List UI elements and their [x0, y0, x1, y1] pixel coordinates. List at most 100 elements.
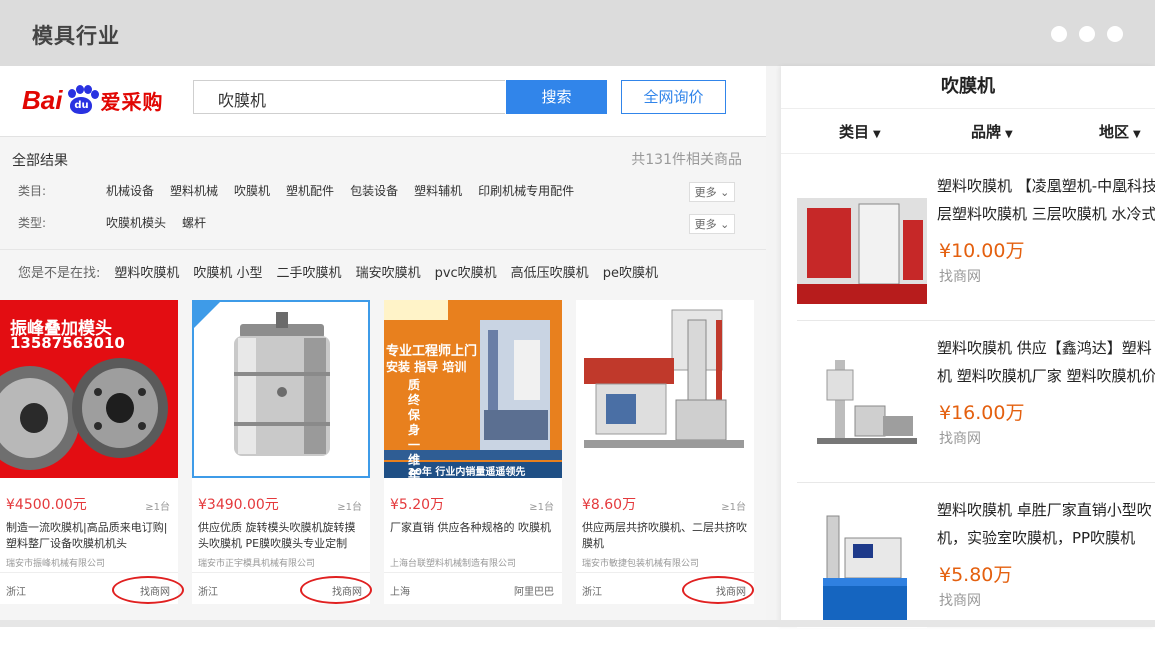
- mobile-results-panel: 吹膜机 类目 ▼ 品牌 ▼ 地区 ▼ 塑料吹膜机 【凌凰塑机-中凰科技】 层塑料吹膜机 …: [781, 66, 1155, 628]
- product-thumbnail[interactable]: [797, 508, 927, 628]
- product-title[interactable]: 厂家直销 供应各种规格的 吹膜机: [390, 520, 558, 536]
- search-input[interactable]: 吹膜机: [193, 80, 505, 114]
- filter-row-category: 类目: 机械设备 塑料机械 吹膜机 塑机配件 包装设备 塑料辅机 印刷机械专用配…: [0, 176, 766, 204]
- filter-tabs: 类目 ▼ 品牌 ▼ 地区 ▼: [781, 108, 1155, 154]
- company-name[interactable]: 瑞安市正宇模具机械有限公司: [198, 556, 368, 569]
- product-title[interactable]: 供应优质 旋转模头吹膜机旋转摸头吹膜机 PE膜吹膜头专业定制: [198, 520, 366, 552]
- app-window: 模具行业 Bai du 爱采购 吹膜机 搜索 全网询价 全部结果 共131件相关…: [0, 0, 1155, 628]
- product-source[interactable]: 找商网: [939, 428, 981, 448]
- source-highlight-ring: [300, 576, 372, 604]
- paw-icon: du: [64, 85, 100, 115]
- product-source[interactable]: 阿里巴巴: [514, 583, 554, 598]
- product-card[interactable]: ¥8.60万 ≥1台 供应两层共挤吹膜机、二层共挤吹膜机 瑞安市敏捷包装机械有限…: [576, 300, 754, 604]
- filter-panel: 类目: 机械设备 塑料机械 吹膜机 塑机配件 包装设备 塑料辅机 印刷机械专用配…: [0, 176, 766, 246]
- min-order: ≥1台: [721, 502, 746, 513]
- product-title[interactable]: 塑料吹膜机 卓胜厂家直销小型吹 机，实验室吹膜机，PP吹膜机: [937, 496, 1155, 552]
- divider: [0, 249, 766, 250]
- list-item[interactable]: 塑料吹膜机 【凌凰塑机-中凰科技】 层塑料吹膜机 三层吹膜机 水冷式 ¥10.00…: [781, 168, 1155, 328]
- window-dot-icon[interactable]: [1051, 26, 1067, 42]
- chevron-down-icon: ⌄: [716, 186, 730, 199]
- window-controls: [1051, 26, 1123, 42]
- tab-brand[interactable]: 品牌 ▼: [971, 121, 1013, 142]
- all-web-inquiry-button[interactable]: 全网询价: [621, 80, 726, 114]
- filter-option[interactable]: 塑料机械: [170, 182, 218, 199]
- window-dot-icon[interactable]: [1107, 26, 1123, 42]
- filter-row-type: 类型: 吹膜机模头 螺杆 更多 ⌄: [0, 208, 766, 236]
- company-name[interactable]: 瑞安市振峰机械有限公司: [6, 556, 176, 569]
- suggestion-link[interactable]: 二手吹膜机: [277, 262, 342, 281]
- page-title: 吹膜机: [941, 76, 995, 97]
- search-header: Bai du 爱采购 吹膜机 搜索 全网询价: [0, 66, 766, 137]
- filter-option[interactable]: 吹膜机: [234, 182, 270, 199]
- filter-options: 吹膜机模头 螺杆: [106, 214, 206, 231]
- product-image[interactable]: 振峰叠加模头 13587563010: [0, 300, 178, 478]
- filter-option[interactable]: 印刷机械专用配件: [478, 182, 574, 199]
- filter-more-button[interactable]: 更多 ⌄: [689, 214, 735, 234]
- filter-option[interactable]: 吹膜机模头: [106, 214, 166, 231]
- suggestion-link[interactable]: 高低压吹膜机: [511, 262, 589, 281]
- company-name[interactable]: 上海台联塑料机械制造有限公司: [390, 556, 560, 569]
- title-bar: 模具行业: [0, 0, 1155, 66]
- product-price: ¥3490.00元: [198, 497, 279, 513]
- product-location: 浙江: [198, 587, 218, 598]
- filter-option[interactable]: 包装设备: [350, 182, 398, 199]
- product-source[interactable]: 找商网: [939, 266, 981, 286]
- product-image[interactable]: [192, 300, 370, 478]
- divider: [797, 482, 1155, 483]
- product-card[interactable]: 专业工程师上门 安装 指导 培训 质 终 保 身 一 维 年 修 20年 行业内…: [384, 300, 562, 604]
- filter-option[interactable]: 螺杆: [182, 214, 206, 231]
- list-item[interactable]: 塑料吹膜机 卓胜厂家直销小型吹 机，实验室吹膜机，PP吹膜机 ¥5.80万 找商网: [781, 492, 1155, 652]
- product-image[interactable]: [576, 300, 754, 478]
- caret-down-icon: ▼: [1005, 129, 1013, 140]
- product-price: ¥16.00万: [939, 402, 1025, 424]
- product-price: ¥8.60万: [582, 497, 637, 513]
- bottom-edge: [0, 620, 1155, 627]
- product-title[interactable]: 塑料吹膜机 【凌凰塑机-中凰科技】 层塑料吹膜机 三层吹膜机 水冷式: [937, 172, 1155, 228]
- company-name[interactable]: 瑞安市敏捷包装机械有限公司: [582, 556, 752, 569]
- results-count: 共131件相关商品: [631, 152, 742, 168]
- product-card[interactable]: ¥3490.00元 ≥1台 供应优质 旋转模头吹膜机旋转摸头吹膜机 PE膜吹膜头…: [192, 300, 370, 604]
- product-price: ¥10.00万: [939, 240, 1025, 262]
- suggestion-link[interactable]: pvc吹膜机: [435, 262, 497, 281]
- product-title[interactable]: 供应两层共挤吹膜机、二层共挤吹膜机: [582, 520, 750, 552]
- tab-region[interactable]: 地区 ▼: [1099, 121, 1141, 142]
- baidu-aicaigou-logo[interactable]: Bai du 爱采购: [22, 82, 163, 118]
- caret-down-icon: ▼: [873, 129, 881, 140]
- product-image[interactable]: 专业工程师上门 安装 指导 培训 质 终 保 身 一 维 年 修 20年 行业内…: [384, 300, 562, 478]
- product-location: 上海: [390, 587, 410, 598]
- suggestion-link[interactable]: 瑞安吹膜机: [356, 262, 421, 281]
- product-location: 浙江: [6, 587, 26, 598]
- product-title[interactable]: 塑料吹膜机 供应【鑫鸿达】塑料机 塑料吹膜机厂家 塑料吹膜机价: [937, 334, 1155, 390]
- filter-label: 类目:: [18, 184, 47, 198]
- product-price: ¥5.20万: [390, 497, 445, 513]
- filter-label: 类型:: [18, 216, 47, 230]
- filter-option[interactable]: 机械设备: [106, 182, 154, 199]
- product-location: 浙江: [582, 587, 602, 598]
- product-grid: 振峰叠加模头 13587563010 ¥4500.00元 ≥1台 制造一流吹膜机…: [0, 300, 766, 610]
- product-card[interactable]: 振峰叠加模头 13587563010 ¥4500.00元 ≥1台 制造一流吹膜机…: [0, 300, 178, 604]
- product-title[interactable]: 制造一流吹膜机|高品质来电订购|塑料整厂设备吹膜机机头: [6, 520, 174, 552]
- all-results-label: 全部结果: [12, 153, 68, 169]
- source-highlight-ring: [112, 576, 184, 604]
- filter-option[interactable]: 塑料辅机: [414, 182, 462, 199]
- suggestion-link[interactable]: pe吹膜机: [603, 262, 658, 281]
- results-header: 全部结果 共131件相关商品: [0, 138, 766, 176]
- chevron-down-icon: ⌄: [716, 218, 730, 231]
- logo-text-latin: Bai: [22, 84, 63, 115]
- min-order: ≥1台: [145, 502, 170, 513]
- product-source[interactable]: 找商网: [939, 590, 981, 610]
- window-title: 模具行业: [32, 24, 120, 48]
- product-thumbnail[interactable]: [797, 346, 927, 466]
- window-dot-icon[interactable]: [1079, 26, 1095, 42]
- list-item[interactable]: 塑料吹膜机 供应【鑫鸿达】塑料机 塑料吹膜机厂家 塑料吹膜机价 ¥16.00万 …: [781, 330, 1155, 490]
- search-results-panel: Bai du 爱采购 吹膜机 搜索 全网询价 全部结果 共131件相关商品 类目…: [0, 66, 766, 627]
- suggestion-link[interactable]: 塑料吹膜机: [114, 262, 179, 281]
- min-order: ≥1台: [529, 502, 554, 513]
- product-thumbnail[interactable]: [797, 184, 927, 304]
- suggestion-link[interactable]: 吹膜机 小型: [193, 262, 262, 281]
- tab-category[interactable]: 类目 ▼: [839, 121, 881, 142]
- did-you-mean-bar: 您是不是在找: 塑料吹膜机 吹膜机 小型 二手吹膜机 瑞安吹膜机 pvc吹膜机 …: [18, 262, 658, 281]
- filter-option[interactable]: 塑机配件: [286, 182, 334, 199]
- filter-more-button[interactable]: 更多 ⌄: [689, 182, 735, 202]
- search-button[interactable]: 搜索: [506, 80, 607, 114]
